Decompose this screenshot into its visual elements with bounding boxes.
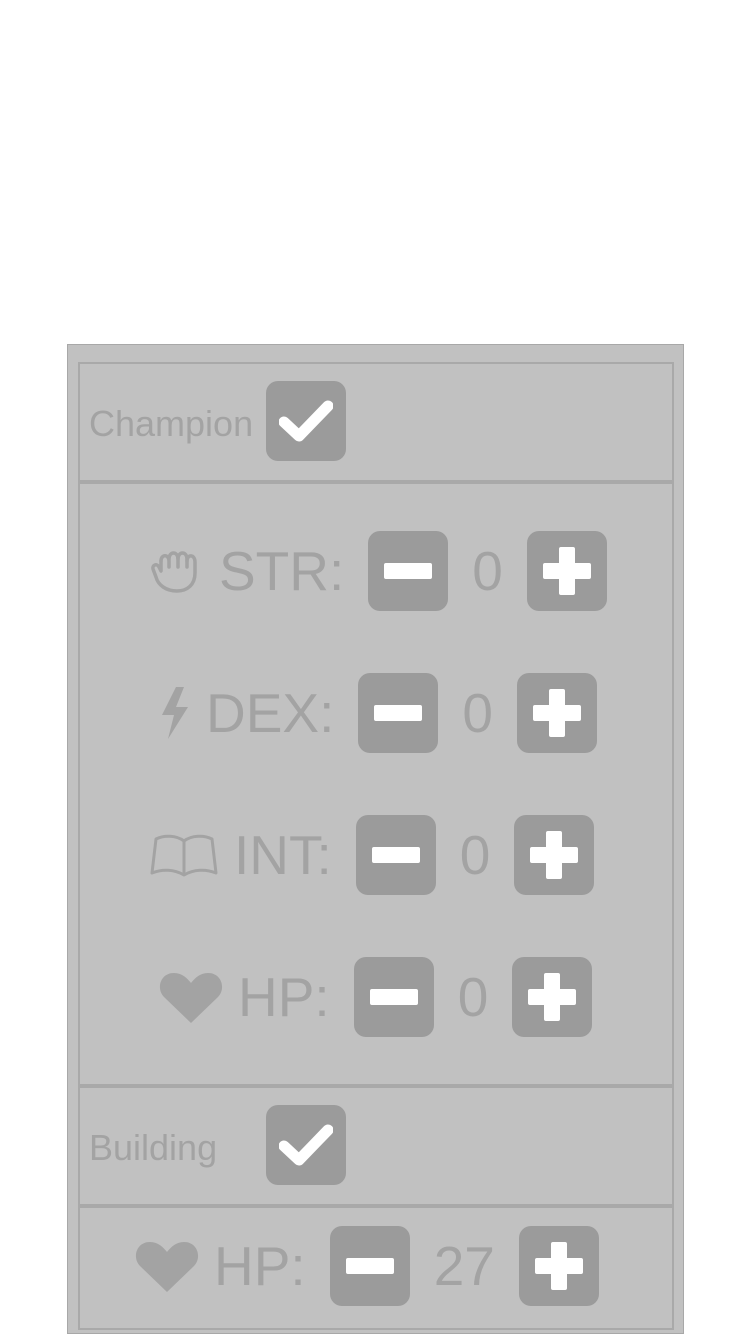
stat-value: 0 xyxy=(472,540,503,602)
minus-icon xyxy=(374,705,423,721)
champion-row: Champion xyxy=(78,362,674,482)
increment-button[interactable] xyxy=(518,1226,599,1306)
stat-value: 27 xyxy=(433,1235,495,1297)
stat-row-dex: DEX: 0 xyxy=(158,673,597,753)
stat-value: 0 xyxy=(457,966,489,1028)
increment-button[interactable] xyxy=(514,815,595,895)
plus-icon xyxy=(542,547,591,595)
champion-checkbox[interactable] xyxy=(266,381,346,461)
checkmark-icon xyxy=(279,1124,333,1166)
stat-label: DEX: xyxy=(206,682,335,744)
decrement-button[interactable] xyxy=(355,815,436,895)
decrement-button[interactable] xyxy=(353,957,434,1037)
lightning-icon xyxy=(158,685,192,741)
decrement-button[interactable] xyxy=(358,673,439,753)
stat-label: INT: xyxy=(234,824,332,886)
increment-button[interactable] xyxy=(516,673,597,753)
minus-icon xyxy=(384,563,433,579)
plus-icon xyxy=(528,973,577,1021)
minus-icon xyxy=(371,847,420,863)
hand-icon xyxy=(149,545,205,597)
stat-row-building-hp: HP: 27 xyxy=(134,1226,599,1306)
decrement-button[interactable] xyxy=(329,1226,410,1306)
plus-icon xyxy=(532,689,581,737)
minus-icon xyxy=(345,1258,394,1274)
heart-icon xyxy=(158,969,224,1025)
increment-button[interactable] xyxy=(512,957,593,1037)
stat-label: HP: xyxy=(214,1235,306,1297)
stat-value: 0 xyxy=(462,682,493,744)
decrement-button[interactable] xyxy=(368,531,449,611)
stat-label: HP: xyxy=(238,966,330,1028)
stat-label: STR: xyxy=(219,540,345,602)
heart-icon xyxy=(134,1238,200,1294)
minus-icon xyxy=(369,989,418,1005)
champion-stats: STR: 0 DEX: 0 INT: 0 HP: 0 xyxy=(78,482,674,1086)
stat-row-hp: HP: 0 xyxy=(158,957,593,1037)
plus-icon xyxy=(534,1242,583,1290)
checkmark-icon xyxy=(279,400,333,442)
plus-icon xyxy=(530,831,579,879)
book-icon xyxy=(148,831,220,879)
building-stats: HP: 27 xyxy=(78,1206,674,1330)
settings-panel: Champion STR: 0 DEX: 0 INT: 0 HP: 0 Buil… xyxy=(67,344,684,1334)
stat-row-int: INT: 0 xyxy=(148,815,595,895)
champion-label: Champion xyxy=(89,403,251,444)
stat-row-str: STR: 0 xyxy=(149,531,607,611)
building-label: Building xyxy=(89,1127,218,1168)
increment-button[interactable] xyxy=(526,531,607,611)
stat-value: 0 xyxy=(459,824,491,886)
building-checkbox[interactable] xyxy=(266,1105,346,1185)
building-row: Building xyxy=(78,1086,674,1206)
